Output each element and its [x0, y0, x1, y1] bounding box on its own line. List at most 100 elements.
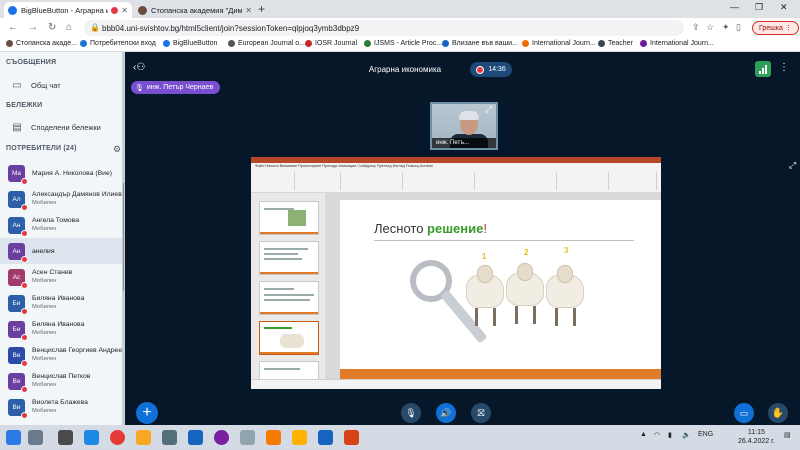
expand-webcam-icon[interactable]: ⤢ [485, 104, 492, 115]
task-view-icon[interactable] [58, 430, 73, 445]
taskbar-clock[interactable]: 11:15 26.4.2022 г. [738, 428, 775, 446]
close-tab-icon[interactable]: ✕ [245, 6, 252, 15]
audio-button[interactable]: 🔊 [436, 403, 456, 423]
bookmark-item[interactable]: European Journal o... [228, 40, 305, 47]
browser-tab-academy[interactable]: Стопанска академия "Димитър ✕ [134, 2, 256, 18]
actions-plus-button[interactable]: + [136, 402, 158, 424]
new-tab-icon[interactable]: + [258, 2, 265, 16]
slide-thumbnail[interactable] [259, 241, 319, 275]
bookmark-star-icon[interactable]: ☆ [706, 22, 714, 33]
avatar-initials: Ан [12, 221, 21, 229]
outlook-icon[interactable] [188, 430, 203, 445]
reload-icon[interactable]: ↻ [48, 22, 56, 33]
wifi-icon[interactable]: ◠ [654, 431, 660, 439]
user-list-item[interactable]: Ан анелия [0, 238, 122, 264]
forward-arrow-icon[interactable]: → [28, 22, 38, 33]
avatar: Ве [8, 346, 28, 367]
window-minimize-icon[interactable]: — [730, 2, 739, 12]
user-list-item[interactable]: Ас Асен Станев Мобилен [0, 264, 122, 290]
bookmark-item[interactable]: IJSMS - Article Proc... [364, 40, 442, 47]
user-list-item[interactable]: Ве Венцислав Георгиев Андреев Мобилен [0, 342, 125, 368]
user-list-item[interactable]: Ал Александър Дамянов Илиев Мобилен [0, 186, 122, 212]
start-icon[interactable] [6, 430, 21, 445]
bookmark-item[interactable]: IOSR Journal [305, 40, 357, 47]
user-list-item[interactable]: Би Биляна Иванова Мобилен [0, 290, 122, 316]
bookmark-item[interactable]: Teacher [598, 40, 633, 47]
avatar: Ви [8, 398, 28, 419]
sidebar-toggle-icon[interactable]: ▯ [736, 22, 741, 33]
windows-taskbar: ▲ ◠ ▮ 🔈 ENG 11:15 26.4.2022 г. ▤ [0, 425, 800, 450]
user-list-item[interactable]: Би Биляна Иванова Мобилен [0, 316, 122, 342]
language-indicator[interactable]: ENG [698, 431, 713, 438]
presenter-name: инж. Петър Чернаев [146, 84, 214, 91]
avatar: Би [8, 294, 28, 315]
bookmark-item[interactable]: Потребителски вход [80, 40, 156, 47]
vlc-icon[interactable] [266, 430, 281, 445]
share-icon[interactable]: ⇪ [692, 22, 700, 33]
slide-thumbnail[interactable] [259, 281, 319, 315]
recording-button[interactable]: 14:36 [470, 62, 512, 77]
edge-icon[interactable] [84, 430, 99, 445]
bookmark-item[interactable]: International Journ... [640, 40, 714, 47]
fullscreen-icon[interactable]: ⤢ [789, 160, 796, 171]
public-chat-item[interactable]: ▭ Общ чат [0, 74, 125, 96]
shared-notes-item[interactable]: ▤ Споделени бележки [0, 116, 125, 138]
powerpoint-icon[interactable] [344, 430, 359, 445]
user-list-item[interactable]: Ви Виолета Блажева Мобилен [0, 394, 122, 420]
url-bar[interactable]: 🔒 bbb04.uni-svishtov.bg/html5client/join… [84, 20, 684, 36]
user-list-item[interactable]: Ве Венцислав Петков Мобилен [0, 368, 122, 394]
mute-mic-button[interactable]: 🎙 [401, 403, 421, 423]
chrome-icon[interactable] [110, 430, 125, 445]
slide-thumbnail-selected[interactable] [259, 321, 319, 355]
back-arrow-icon[interactable]: ← [8, 22, 18, 33]
user-device: Мобилен [32, 200, 57, 206]
video-button[interactable]: ⛝ [471, 403, 491, 423]
user-name: Ангела Томова [32, 217, 79, 224]
user-name: Мария А. Николова (Вие) [32, 169, 113, 177]
microphone-off-icon: 🎙 [405, 407, 417, 418]
raise-hand-button[interactable]: ✋ [768, 403, 788, 423]
close-tab-icon[interactable]: ✕ [121, 6, 128, 15]
bookmark-item[interactable]: Влизане във ваши... [442, 40, 518, 47]
error-button[interactable]: Грешка ⋮ [752, 21, 799, 35]
connection-status-icon[interactable] [755, 61, 771, 77]
bookmark-favicon-icon [522, 40, 529, 47]
window-close-icon[interactable]: ✕ [780, 2, 788, 13]
extensions-icon[interactable]: ✦ [722, 22, 730, 33]
options-menu-icon[interactable]: ⋮ [779, 62, 789, 73]
sheep-image [466, 265, 504, 326]
bookmark-item[interactable]: International Journ... [522, 40, 596, 47]
bookmark-item[interactable]: Стопанска акаде... [6, 40, 77, 47]
user-list-item[interactable]: Ма Мария А. Николова (Вие) [0, 160, 122, 186]
viber-icon[interactable] [214, 430, 229, 445]
volume-icon[interactable]: 🔈 [682, 431, 691, 439]
window-maximize-icon[interactable]: ❐ [755, 2, 763, 13]
camera-app-icon[interactable] [162, 430, 177, 445]
microphone-icon: 🎙 [135, 84, 144, 92]
avatar: Би [8, 320, 28, 341]
folder-icon[interactable] [292, 430, 307, 445]
network-icon[interactable]: ▲ [640, 431, 647, 438]
user-list-item[interactable]: Ан Ангела Томова Мобилен [0, 212, 122, 238]
screen-share-button[interactable]: ▭ [734, 403, 754, 423]
public-chat-label: Общ чат [31, 80, 61, 90]
presenter-hair [459, 111, 479, 120]
battery-icon[interactable]: ▮ [668, 431, 672, 439]
slide-thumbnail[interactable] [259, 201, 319, 235]
bookmark-item[interactable]: BigBlueButton [163, 40, 217, 47]
app-icon[interactable] [240, 430, 255, 445]
search-icon[interactable] [28, 430, 43, 445]
avatar: Ас [8, 268, 28, 289]
sheep-image [546, 265, 584, 326]
main-area: ‹⚇ Аграрна икономика 14:36 ⋮ 🎙 инж. Петъ… [125, 52, 800, 425]
more-menu-icon: ⋮ [784, 25, 792, 32]
bookmark-favicon-icon [228, 40, 235, 47]
notifications-icon[interactable]: ▤ [784, 431, 791, 439]
camera-off-icon: ⛝ [477, 407, 485, 418]
file-explorer-icon[interactable] [136, 430, 151, 445]
word-icon[interactable] [318, 430, 333, 445]
browser-tab-bbb[interactable]: BigBlueButton - Аграрна ик ✕ [4, 2, 132, 18]
user-device: Мобилен [32, 330, 57, 336]
gear-icon[interactable]: ⚙ [113, 144, 121, 155]
home-icon[interactable]: ⌂ [66, 22, 72, 33]
